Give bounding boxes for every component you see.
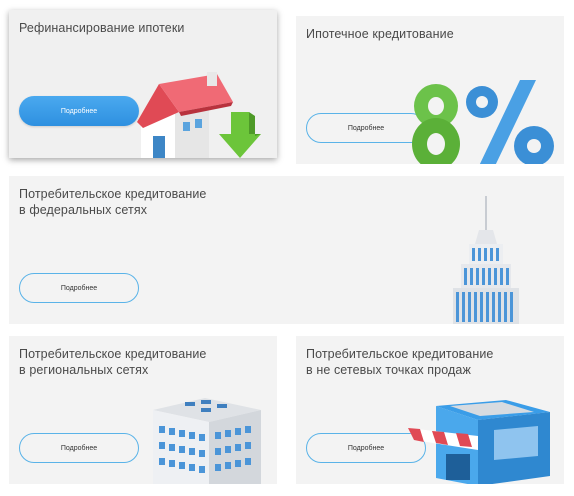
card-non-network-outlets: Потребительское кредитование в не сетевы… (296, 336, 564, 484)
shop-kiosk-icon (408, 400, 550, 484)
card-title: Потребительское кредитование в не сетевы… (306, 347, 494, 377)
card-federal-networks: Потребительское кредитование в федеральн… (9, 176, 564, 324)
eight-percent-icon (412, 80, 554, 164)
card-refinancing: Рефинансирование ипотеки Подробнее (9, 10, 277, 158)
skyscraper-icon (453, 196, 519, 324)
card-title: Ипотечное кредитование (306, 27, 454, 41)
house-with-down-arrow-icon (137, 72, 261, 158)
more-button[interactable]: Подробнее (19, 96, 139, 126)
more-button[interactable]: Подробнее (306, 113, 426, 143)
more-button[interactable]: Подробнее (19, 433, 139, 463)
more-button[interactable]: Подробнее (19, 273, 139, 303)
card-regional-networks: Потребительское кредитование в региональ… (9, 336, 277, 484)
card-title: Потребительское кредитование в федеральн… (19, 187, 207, 217)
card-title: Рефинансирование ипотеки (19, 21, 185, 35)
office-building-icon (153, 398, 261, 484)
card-mortgage: Ипотечное кредитование Подробнее (296, 16, 564, 164)
card-title: Потребительское кредитование в региональ… (19, 347, 207, 377)
